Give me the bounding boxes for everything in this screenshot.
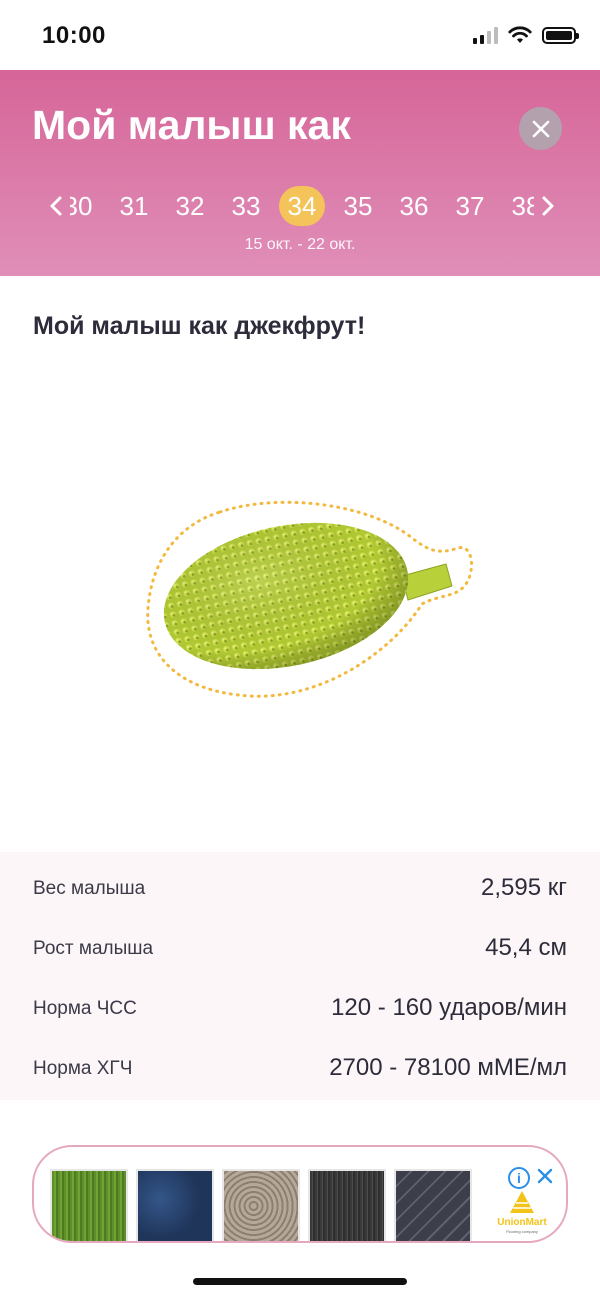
ad-brand: UnionMart	[497, 1217, 547, 1228]
unionmart-logo: UnionMart Flooring company	[497, 1191, 547, 1234]
ad-tagline: Flooring company	[506, 1229, 538, 1234]
jackfruit-illustration	[146, 500, 474, 698]
close-icon	[532, 120, 549, 137]
ad-tile-geometric[interactable]	[394, 1169, 472, 1241]
week-item[interactable]: 32	[167, 186, 213, 226]
ad-tile-dark-grey[interactable]	[308, 1169, 386, 1241]
week-header: Мой малыш как 30 31 32 33 34 35 36 37 38 15 окт.…	[0, 70, 600, 276]
week-selector: 30 31 32 33 34 35 36 37 38	[44, 186, 560, 226]
week-item[interactable]: 33	[223, 186, 269, 226]
prev-week-button[interactable]	[44, 186, 68, 226]
week-item[interactable]: 35	[335, 186, 381, 226]
next-week-button[interactable]	[536, 186, 560, 226]
ad-info-icon[interactable]: i	[508, 1167, 530, 1189]
chevron-left-icon	[50, 196, 62, 216]
week-item[interactable]: 37	[447, 186, 493, 226]
week-item-selected[interactable]: 34	[279, 186, 325, 226]
chevron-right-icon	[542, 196, 554, 216]
stat-label: Вес малыша	[33, 878, 146, 899]
stat-row: Вес малыша 2,595 кг	[0, 856, 600, 916]
stat-label: Норма ЧСС	[33, 998, 137, 1019]
stat-row: Рост малыша 45,4 см	[0, 916, 600, 976]
week-item[interactable]: 36	[391, 186, 437, 226]
cellular-signal-icon	[473, 26, 498, 44]
stat-row: Норма ЧСС 120 - 160 ударов/мин	[0, 976, 600, 1036]
ad-banner[interactable]: i UnionMart Flooring company	[32, 1145, 568, 1243]
close-button[interactable]	[519, 107, 562, 150]
stat-value: 120 - 160 ударов/мин	[331, 994, 567, 1021]
week-date-range: 15 окт. - 22 окт.	[244, 236, 356, 253]
week-item[interactable]: 30	[70, 186, 101, 226]
ad-tile-green-carpet[interactable]	[50, 1169, 128, 1241]
page-title: Мой малыш как	[32, 102, 351, 148]
status-time: 10:00	[42, 22, 106, 49]
stat-value: 45,4 см	[485, 934, 567, 961]
status-bar: 10:00	[0, 0, 600, 70]
ad-tile-beige-pattern[interactable]	[222, 1169, 300, 1241]
fruit-comparison-heading: Мой малыш как джекфрут!	[33, 312, 366, 340]
stat-value: 2,595 кг	[481, 874, 567, 901]
status-icons	[473, 26, 579, 44]
home-indicator[interactable]	[193, 1278, 407, 1285]
baby-stats: Вес малыша 2,595 кг Рост малыша 45,4 см Норм…	[0, 852, 600, 1100]
stat-value: 2700 - 78100 мМЕ/мл	[329, 1054, 567, 1081]
week-list: 30 31 32 33 34 35 36 37 38	[70, 186, 534, 226]
week-item[interactable]: 38	[503, 186, 534, 226]
week-item[interactable]: 31	[111, 186, 157, 226]
stat-row: Норма ХГЧ 2700 - 78100 мМЕ/мл	[0, 1036, 600, 1096]
battery-icon	[542, 26, 579, 44]
ad-tile-navy-carpet[interactable]	[136, 1169, 214, 1241]
ad-close-icon[interactable]	[534, 1165, 556, 1187]
wifi-icon	[508, 26, 532, 43]
stat-label: Рост малыша	[33, 938, 154, 959]
stat-label: Норма ХГЧ	[33, 1058, 133, 1079]
